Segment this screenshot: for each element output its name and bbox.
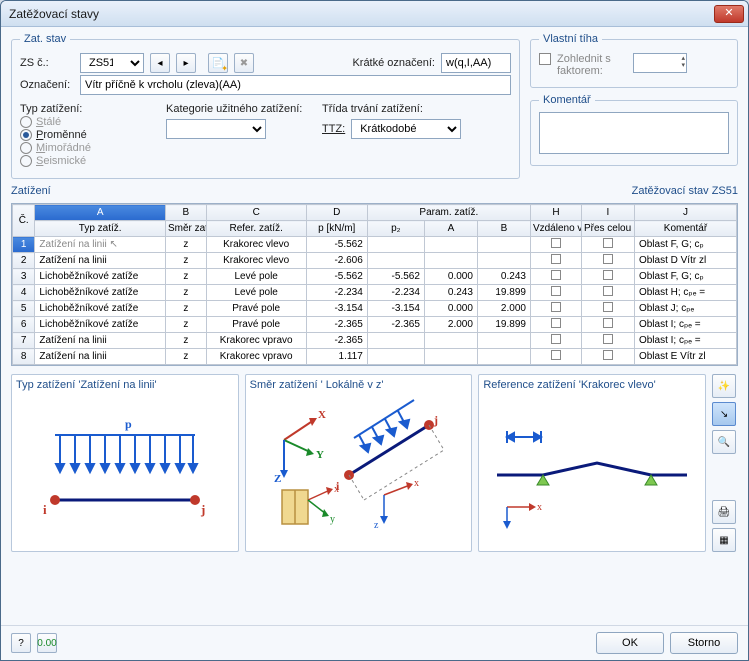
preview-typ-svg: p (25, 400, 225, 530)
ttz-label: TTZ: (322, 123, 345, 135)
svg-text:x: x (537, 502, 542, 513)
preview-smer-svg: X Y Z i j (254, 390, 464, 540)
group-komentar: Komentář (530, 94, 738, 166)
units-button[interactable]: 0.00 (37, 633, 57, 653)
col-param-group[interactable]: Param. zatíž. (367, 205, 530, 221)
legend-vlastni: Vlastní tíha (539, 33, 602, 45)
komentar-textarea[interactable] (539, 112, 729, 154)
hdr-pres[interactable]: Přes celou délku (581, 221, 634, 237)
svg-text:x: x (334, 484, 339, 495)
kratke-input[interactable] (441, 53, 511, 73)
table-row[interactable]: 1Zatížení na linii ↖zKrakorec vlevo-5.56… (13, 237, 737, 253)
svg-text:j: j (433, 413, 438, 427)
hdr-kom[interactable]: Komentář (634, 221, 736, 237)
table-row[interactable]: 7Zatížení na liniizKrakorec vpravo-2.365… (13, 333, 737, 349)
close-button[interactable]: ✕ (714, 5, 744, 23)
svg-text:Y: Y (316, 449, 324, 461)
faktor-spinner[interactable] (633, 53, 687, 73)
trida-label: Třída trvání zatížení: (322, 103, 461, 115)
radio-seismicke: Seismické (20, 155, 160, 167)
svg-text:y: y (330, 514, 335, 525)
radio-stale: Stálé (20, 116, 160, 128)
oznaceni-input[interactable] (80, 75, 511, 95)
ok-button[interactable]: OK (596, 632, 664, 654)
tool-grid-icon[interactable]: ▦ (712, 528, 736, 552)
table-row[interactable]: 5Lichoběžníkové zatížezPravé pole-3.154-… (13, 301, 737, 317)
kategorie-label: Kategorie užitného zatížení: (166, 103, 316, 115)
tool-wand-icon[interactable]: ✨ (712, 374, 736, 398)
preview-ref-svg: x (487, 395, 697, 535)
col-J[interactable]: J (634, 205, 736, 221)
help-button[interactable]: ? (11, 633, 31, 653)
col-c[interactable]: Č. (13, 205, 35, 237)
col-A[interactable]: A (35, 205, 166, 221)
radio-mimoradne: Mimořádné (20, 142, 160, 154)
preview-typ: Typ zatížení 'Zatížení na linii' p (11, 374, 239, 552)
col-H[interactable]: H (530, 205, 581, 221)
svg-text:X: X (318, 409, 326, 421)
col-C[interactable]: C (206, 205, 306, 221)
hdr-B[interactable]: B (477, 221, 530, 237)
svg-text:p: p (125, 417, 132, 431)
group-zat-stav: Zat. stav ZS č.: ZS51 ◂ ▸ 📄✦ ✖ Krátké oz… (11, 33, 520, 179)
group-vlastni-tiha: Vlastní tíha Zohlednit s faktorem: (530, 33, 738, 88)
legend-komentar: Komentář (539, 94, 595, 106)
hdr-typ[interactable]: Typ zatíž. (35, 221, 166, 237)
col-B[interactable]: B (165, 205, 206, 221)
col-I[interactable]: I (581, 205, 634, 221)
storno-button[interactable]: Storno (670, 632, 738, 654)
kategorie-select[interactable] (166, 119, 266, 139)
table-row[interactable]: 8Zatížení na liniizKrakorec vpravo1.117O… (13, 349, 737, 365)
table-row[interactable]: 2Zatížení na liniizKrakorec vlevo-2.606O… (13, 253, 737, 269)
svg-text:j: j (200, 502, 205, 517)
oznaceni-label: Označení: (20, 79, 74, 91)
window-title: Zatěžovací stavy (9, 7, 714, 21)
loads-table[interactable]: Č. A B C D Param. zatíž. H I J Typ zatíž… (11, 203, 738, 366)
hdr-smer[interactable]: Směr zatíž. (165, 221, 206, 237)
zatizeni-legend: Zatížení (11, 185, 51, 197)
tool-export-icon[interactable]: 🖨 (712, 500, 736, 524)
preview-smer: Směr zatížení ' Lokálně v z' X Y Z (245, 374, 473, 552)
zatizeni-status: Zatěžovací stav ZS51 (632, 185, 738, 197)
zohlednit-label: Zohlednit s faktorem: (557, 53, 627, 77)
tool-pointer-icon[interactable]: ↘ (712, 402, 736, 426)
table-row[interactable]: 6Lichoběžníkové zatížezPravé pole-2.365-… (13, 317, 737, 333)
hdr-p[interactable]: p [kN/m] (306, 221, 367, 237)
kratke-label: Krátké označení: (352, 57, 435, 69)
radio-promenne[interactable]: Proměnné (20, 129, 160, 141)
ttz-select[interactable]: Krátkodobé (351, 119, 461, 139)
svg-text:z: z (374, 520, 379, 531)
typ-zatizeni-label: Typ zatížení: (20, 103, 160, 115)
nav-prev-button[interactable]: ◂ (150, 53, 170, 73)
preview-ref: Reference zatížení 'Krakorec vlevo' (478, 374, 706, 552)
svg-text:x: x (414, 478, 419, 489)
table-row[interactable]: 3Lichoběžníkové zatížezLevé pole-5.562-5… (13, 269, 737, 285)
zs-label: ZS č.: (20, 57, 74, 69)
zohlednit-checkbox[interactable] (539, 53, 551, 65)
legend-zat-stav: Zat. stav (20, 33, 70, 45)
hdr-A[interactable]: A (424, 221, 477, 237)
delete-button[interactable]: ✖ (234, 53, 254, 73)
table-row[interactable]: 4Lichoběžníkové zatížezLevé pole-2.234-2… (13, 285, 737, 301)
tool-zoom-icon[interactable]: 🔍 (712, 430, 736, 454)
hdr-refer[interactable]: Refer. zatíž. (206, 221, 306, 237)
col-D[interactable]: D (306, 205, 367, 221)
hdr-p2[interactable]: p₂ (367, 221, 424, 237)
zs-select[interactable]: ZS51 (80, 53, 144, 73)
svg-text:i: i (43, 502, 47, 517)
new-button[interactable]: 📄✦ (208, 53, 228, 73)
nav-next-button[interactable]: ▸ (176, 53, 196, 73)
svg-text:Z: Z (274, 473, 281, 485)
titlebar: Zatěžovací stavy ✕ (1, 1, 748, 27)
hdr-vzd[interactable]: Vzdáleno v % (530, 221, 581, 237)
